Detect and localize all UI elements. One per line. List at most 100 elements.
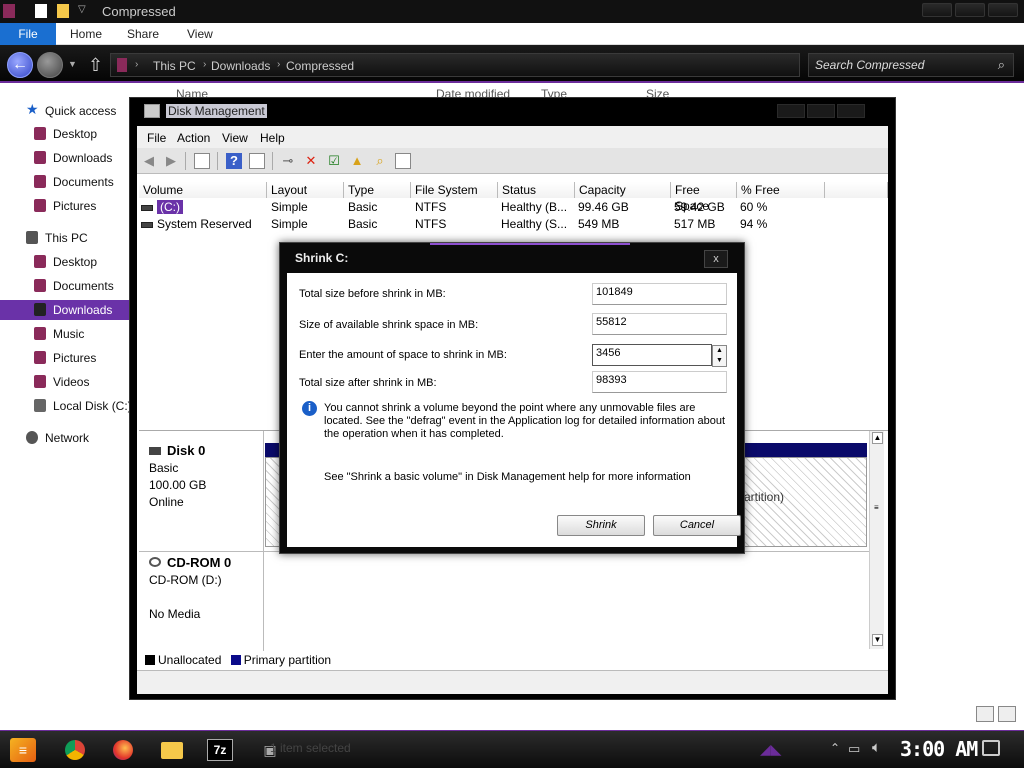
dm-window-title: Disk Management [166, 104, 267, 118]
large-icons-view-icon[interactable] [998, 706, 1016, 722]
help-icon[interactable]: ? [226, 153, 242, 169]
scroll-up-icon[interactable]: ▲ [872, 432, 883, 444]
column-free-space[interactable]: Free Space [671, 182, 737, 213]
dm-minimize-button[interactable] [777, 104, 805, 118]
tab-file[interactable]: File [0, 23, 56, 45]
nav-pc-videos[interactable]: Videos [0, 372, 130, 392]
explorer-taskbar-button[interactable] [157, 736, 187, 764]
disk0-info[interactable]: Disk 0 [149, 443, 205, 458]
chrome-taskbar-button[interactable] [60, 736, 90, 764]
disk-view-scrollbar[interactable]: ▲ ≡ ▼ [869, 431, 884, 649]
minimize-button[interactable] [922, 3, 952, 17]
maximize-button[interactable] [955, 3, 985, 17]
chrome-icon [65, 740, 85, 760]
forward-arrow-icon[interactable]: ▶ [163, 153, 179, 169]
dm-maximize-button[interactable] [807, 104, 835, 118]
nav-quick-downloads[interactable]: Downloads [0, 148, 130, 168]
cancel-button[interactable]: Cancel [653, 515, 741, 536]
breadcrumb-downloads[interactable]: Downloads [211, 59, 270, 73]
nav-label: Documents [53, 279, 114, 293]
available-space-label: Size of available shrink space in MB: [299, 319, 479, 331]
column-status[interactable]: Status [498, 182, 575, 198]
back-arrow-icon[interactable]: ◀ [141, 153, 157, 169]
scroll-thumb-grip[interactable]: ≡ [874, 503, 879, 512]
file-list-column-headers: Name Date modified Type Size [130, 85, 1024, 101]
chevron-down-icon[interactable]: ▽ [78, 4, 86, 15]
column-percent-free[interactable]: % Free [737, 182, 825, 198]
tab-share[interactable]: Share [127, 27, 159, 41]
nav-pc-desktop[interactable]: Desktop [0, 252, 130, 272]
search-box[interactable]: Search Compressed ⌕ [808, 53, 1014, 77]
nav-quick-documents[interactable]: Documents [0, 172, 130, 192]
up-arrow-icon[interactable]: ⇧ [88, 55, 103, 76]
nav-pc-documents[interactable]: Documents [0, 276, 130, 296]
volume-row-c[interactable]: (C:) Simple Basic NTFS Healthy (B... 99.… [139, 199, 888, 215]
free-cell: 59.42 GB [674, 200, 725, 214]
breadcrumb-this-pc[interactable]: This PC [153, 59, 196, 73]
menu-action[interactable]: Action [177, 131, 210, 145]
column-type[interactable]: Type [344, 182, 411, 198]
properties-icon[interactable] [35, 4, 47, 18]
partition-legend: Unallocated Primary partition [145, 653, 331, 667]
dialog-body: Total size before shrink in MB: 101849 S… [287, 273, 741, 547]
column-volume[interactable]: Volume [139, 182, 267, 198]
properties-pane-icon[interactable] [249, 153, 265, 169]
total-after-field: 98393 [592, 371, 727, 393]
network-tray-icon[interactable]: ▭ [848, 741, 860, 757]
menu-help[interactable]: Help [260, 131, 285, 145]
tab-home[interactable]: Home [70, 27, 102, 41]
tab-view[interactable]: View [187, 27, 213, 41]
connect-disk-icon[interactable]: ⊸ [280, 153, 296, 169]
search-icon[interactable]: ⌕ [998, 57, 1005, 73]
close-button[interactable] [988, 3, 1018, 17]
recent-chevron-icon[interactable]: ▼ [68, 59, 77, 69]
nav-pc-pictures[interactable]: Pictures [0, 348, 130, 368]
column-file-system[interactable]: File System [411, 182, 498, 198]
nav-pc-music[interactable]: Music [0, 324, 130, 344]
nav-quick-access[interactable]: ★ Quick access [0, 101, 130, 121]
notification-icon[interactable] [982, 740, 1000, 756]
tray-chevron-icon[interactable]: ⌃ [830, 741, 840, 755]
cdrom-info[interactable]: CD-ROM 0 [149, 555, 231, 570]
back-button[interactable]: ← [7, 52, 33, 78]
volume-tray-icon[interactable]: 🔈︎ [872, 739, 881, 756]
scroll-down-icon[interactable]: ▼ [872, 634, 883, 646]
volume-row-system-reserved[interactable]: System Reserved Simple Basic NTFS Health… [139, 216, 888, 232]
folder-icon [161, 742, 183, 759]
nav-network[interactable]: Network [0, 428, 130, 448]
console-tree-icon[interactable] [194, 153, 210, 169]
start-button[interactable]: ≡ [10, 738, 36, 762]
column-layout[interactable]: Layout [267, 182, 344, 198]
menu-file[interactable]: File [147, 131, 166, 145]
shrink-button[interactable]: Shrink [557, 515, 645, 536]
shrink-info-text: You cannot shrink a volume beyond the po… [324, 402, 726, 440]
nav-pc-downloads[interactable]: Downloads [0, 300, 130, 320]
taskbar-clock[interactable]: 3:00 AM [900, 737, 978, 761]
delete-icon[interactable]: ✕ [303, 153, 319, 169]
dialog-close-button[interactable]: x [704, 250, 728, 268]
address-bar[interactable]: › This PC › Downloads › Compressed [110, 53, 800, 77]
capacity-cell: 99.46 GB [578, 200, 629, 214]
checkmark-icon[interactable]: ☑ [326, 153, 342, 169]
firefox-taskbar-button[interactable] [108, 736, 138, 764]
nav-quick-desktop[interactable]: Desktop [0, 124, 130, 144]
nav-quick-pictures[interactable]: Pictures [0, 196, 130, 216]
forward-button[interactable] [37, 52, 63, 78]
menu-view[interactable]: View [222, 131, 248, 145]
details-view-icon[interactable] [976, 706, 994, 722]
shrink-amount-input[interactable]: 3456 [592, 344, 712, 366]
list-view-icon[interactable] [395, 153, 411, 169]
nav-pc-local-disk[interactable]: Local Disk (C:) [0, 396, 132, 416]
shrink-amount-stepper[interactable]: ▲ ▼ [712, 345, 727, 367]
breadcrumb-compressed[interactable]: Compressed [286, 59, 354, 73]
search-folder-icon[interactable]: ⌕ [372, 153, 388, 169]
new-folder-icon[interactable] [57, 4, 69, 18]
folder-up-icon[interactable]: ▲ [349, 153, 365, 169]
primary-swatch [230, 655, 241, 665]
folder-location-icon [117, 58, 127, 72]
disk-management-icon [144, 104, 160, 118]
seven-zip-taskbar-button[interactable]: 7z [207, 739, 233, 761]
nav-this-pc[interactable]: This PC [0, 228, 130, 248]
dm-close-button[interactable] [837, 104, 865, 118]
column-capacity[interactable]: Capacity [575, 182, 671, 198]
